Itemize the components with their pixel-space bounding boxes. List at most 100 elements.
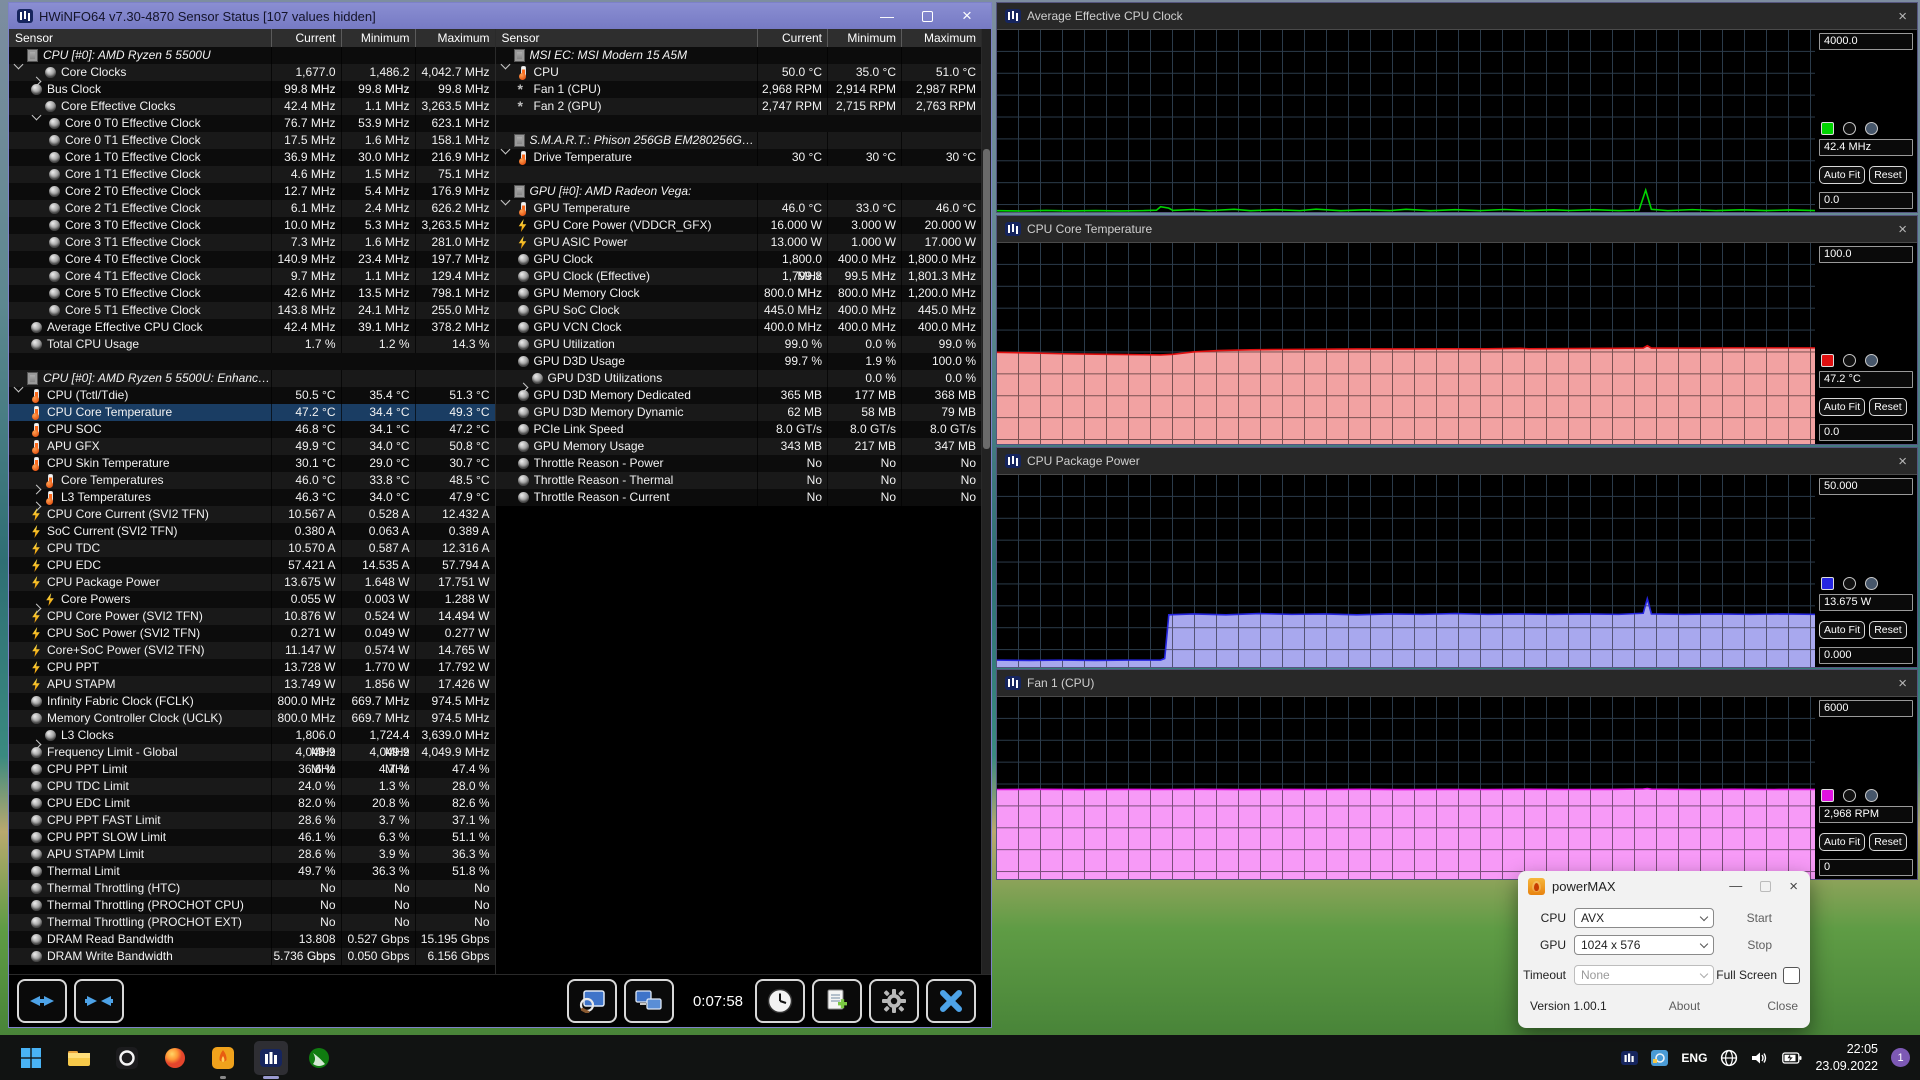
sensor-row[interactable]: CPU Core Current (SVI2 TFN)10.567 A0.528… — [9, 506, 495, 523]
sensor-row[interactable]: S.M.A.R.T.: Phison 256GB EM280256GYT... — [496, 132, 982, 149]
sensor-row[interactable]: CPU PPT Limit36.6 %4.7 %47.4 % — [9, 761, 495, 778]
sensor-row[interactable]: CPU TDC Limit24.0 %1.3 %28.0 % — [9, 778, 495, 795]
sensor-row[interactable]: CPU SoC Power (SVI2 TFN)0.271 W0.049 W0.… — [9, 625, 495, 642]
sensor-row[interactable]: CPU TDC10.570 A0.587 A12.316 A — [9, 540, 495, 557]
sensor-row[interactable]: APU STAPM Limit28.6 %3.9 %36.3 % — [9, 846, 495, 863]
sensor-row[interactable]: Bus Clock99.8 MHz99.8 MHz99.8 MHz — [9, 81, 495, 98]
sensor-row[interactable]: CPU PPT SLOW Limit46.1 %6.3 %51.1 % — [9, 829, 495, 846]
sensor-row[interactable]: CPU50.0 °C35.0 °C51.0 °C — [496, 64, 982, 81]
minimize-icon[interactable]: — — [867, 4, 907, 28]
sensor-row[interactable]: Core Powers0.055 W0.003 W1.288 W — [9, 591, 495, 608]
powermax-close-button[interactable]: Close — [1767, 999, 1798, 1013]
style-toggle-icon[interactable] — [1843, 789, 1856, 802]
sensor-row[interactable]: Core 3 T0 Effective Clock10.0 MHz5.3 MHz… — [9, 217, 495, 234]
close-sensors-button[interactable] — [926, 979, 976, 1023]
sensor-row[interactable]: Total CPU Usage1.7 %1.2 %14.3 % — [9, 336, 495, 353]
explorer-button[interactable] — [62, 1041, 96, 1075]
col-current[interactable]: Current — [757, 29, 827, 47]
sensor-row[interactable]: Core 2 T0 Effective Clock12.7 MHz5.4 MHz… — [9, 183, 495, 200]
col-minimum[interactable]: Minimum — [341, 29, 415, 47]
maximize-icon[interactable] — [907, 4, 947, 28]
style-toggle-icon[interactable] — [1843, 122, 1856, 135]
app-tray-icon[interactable] — [1651, 1050, 1668, 1066]
sensor-row[interactable]: L3 Clocks1,806.0 MHz1,724.4 MHz3,639.0 M… — [9, 727, 495, 744]
sensor-row[interactable]: GPU Clock1,800.0 MHz400.0 MHz1,800.0 MHz — [496, 251, 982, 268]
sensor-row[interactable]: CPU PPT FAST Limit28.6 %3.7 %37.1 % — [9, 812, 495, 829]
sensor-row[interactable]: *Fan 1 (CPU)2,968 RPM2,914 RPM2,987 RPM — [496, 81, 982, 98]
sensor-row[interactable]: GPU SoC Clock445.0 MHz400.0 MHz445.0 MHz — [496, 302, 982, 319]
current-value[interactable]: 42.4 MHz — [1819, 139, 1913, 156]
col-maximum[interactable]: Maximum — [415, 29, 495, 47]
powermax-titlebar[interactable]: powerMAX — × — [1518, 871, 1810, 901]
sensor-row[interactable]: Core 5 T1 Effective Clock143.8 MHz24.1 M… — [9, 302, 495, 319]
fill-toggle-icon[interactable] — [1865, 122, 1878, 135]
series-color-swatch[interactable] — [1821, 122, 1834, 135]
current-value[interactable]: 47.2 °C — [1819, 371, 1913, 388]
sensor-row[interactable]: Core 0 T1 Effective Clock17.5 MHz1.6 MHz… — [9, 132, 495, 149]
sensor-row[interactable]: GPU D3D Memory Dynamic62 MB58 MB79 MB — [496, 404, 982, 421]
reset-button[interactable]: Reset — [1869, 166, 1906, 184]
sensor-row[interactable]: L3 Temperatures46.3 °C34.0 °C47.9 °C — [9, 489, 495, 506]
graph-titlebar[interactable]: Average Effective CPU Clock× — [997, 3, 1917, 30]
current-value[interactable]: 2,968 RPM — [1819, 806, 1913, 823]
sensor-row[interactable]: DRAM Write Bandwidth5.736 Gbps0.050 Gbps… — [9, 948, 495, 965]
sensor-row[interactable]: Throttle Reason - CurrentNoNoNo — [496, 489, 982, 506]
style-toggle-icon[interactable] — [1843, 577, 1856, 590]
auto-fit-button[interactable]: Auto Fit — [1819, 166, 1865, 184]
sensor-row[interactable]: Thermal Throttling (PROCHOT EXT)NoNoNo — [9, 914, 495, 931]
screen-capture-button[interactable] — [567, 979, 617, 1023]
col-sensor[interactable]: Sensor — [496, 29, 758, 47]
xbox-button[interactable] — [302, 1041, 336, 1075]
gpu-select[interactable]: 1024 x 576 — [1574, 935, 1714, 955]
reset-button[interactable]: Reset — [1869, 398, 1906, 416]
series-color-swatch[interactable] — [1821, 577, 1834, 590]
sensor-row[interactable]: Frequency Limit - Global4,049.9 MHz4,049… — [9, 744, 495, 761]
sensor-row[interactable]: GPU VCN Clock400.0 MHz400.0 MHz400.0 MHz — [496, 319, 982, 336]
fill-toggle-icon[interactable] — [1865, 789, 1878, 802]
sensor-row[interactable]: Core+SoC Power (SVI2 TFN)11.147 W0.574 W… — [9, 642, 495, 659]
sensor-row[interactable]: GPU D3D Memory Dedicated365 MB177 MB368 … — [496, 387, 982, 404]
hwinfo-tray-icon[interactable] — [1621, 1050, 1638, 1066]
scale-min-value[interactable]: 0.0 — [1819, 192, 1913, 209]
battery-icon[interactable] — [1782, 1052, 1802, 1064]
sensor-row[interactable]: GPU D3D Usage99.7 %1.9 %100.0 % — [496, 353, 982, 370]
sensor-row[interactable]: SoC Current (SVI2 TFN)0.380 A0.063 A0.38… — [9, 523, 495, 540]
start-button[interactable]: Start — [1747, 911, 1772, 925]
timeout-select[interactable]: None — [1574, 965, 1714, 985]
sensor-row[interactable]: GPU Core Power (VDDCR_GFX)16.000 W3.000 … — [496, 217, 982, 234]
sensor-row[interactable]: APU GFX49.9 °C34.0 °C50.8 °C — [9, 438, 495, 455]
volume-icon[interactable] — [1751, 1050, 1769, 1066]
graph-titlebar[interactable]: Fan 1 (CPU)× — [997, 670, 1917, 697]
hwinfo-titlebar[interactable]: HWiNFO64 v7.30-4870 Sensor Status [107 v… — [9, 3, 991, 29]
sensor-row[interactable]: Thermal Throttling (PROCHOT CPU)NoNoNo — [9, 897, 495, 914]
language-indicator[interactable]: ENG — [1681, 1051, 1707, 1065]
sensor-row[interactable]: GPU Memory Clock800.0 MHz800.0 MHz1,200.… — [496, 285, 982, 302]
current-value[interactable]: 13.675 W — [1819, 594, 1913, 611]
close-icon[interactable]: × — [1898, 453, 1907, 470]
sensor-row[interactable]: Core 1 T1 Effective Clock4.6 MHz1.5 MHz7… — [9, 166, 495, 183]
style-toggle-icon[interactable] — [1843, 354, 1856, 367]
close-icon[interactable]: × — [1898, 675, 1907, 692]
about-button[interactable]: About — [1669, 999, 1700, 1013]
sensor-row[interactable]: PCIe Link Speed8.0 GT/s8.0 GT/s8.0 GT/s — [496, 421, 982, 438]
auto-fit-button[interactable]: Auto Fit — [1819, 621, 1865, 639]
fill-toggle-icon[interactable] — [1865, 577, 1878, 590]
sensor-row[interactable]: Infinity Fabric Clock (FCLK)800.0 MHz669… — [9, 693, 495, 710]
scrollbar-thumb[interactable] — [983, 149, 990, 449]
collapse-columns-button[interactable] — [74, 979, 124, 1023]
report-button[interactable] — [812, 979, 862, 1023]
scale-max-value[interactable]: 4000.0 — [1819, 33, 1913, 50]
sensor-row[interactable]: DRAM Read Bandwidth13.808 Gbps0.527 Gbps… — [9, 931, 495, 948]
graph-titlebar[interactable]: CPU Core Temperature× — [997, 216, 1917, 243]
sensor-row[interactable]: *Fan 2 (GPU)2,747 RPM2,715 RPM2,763 RPM — [496, 98, 982, 115]
column-header[interactable]: SensorCurrentMinimumMaximum — [496, 29, 982, 47]
sensor-row[interactable]: CPU Core Temperature47.2 °C34.4 °C49.3 °… — [9, 404, 495, 421]
reset-button[interactable]: Reset — [1869, 621, 1906, 639]
sensor-row[interactable]: GPU Memory Usage343 MB217 MB347 MB — [496, 438, 982, 455]
col-sensor[interactable]: Sensor — [9, 29, 271, 47]
close-icon[interactable]: × — [1898, 8, 1907, 25]
sensor-row[interactable]: Drive Temperature30 °C30 °C30 °C — [496, 149, 982, 166]
sensor-row[interactable]: Thermal Throttling (HTC)NoNoNo — [9, 880, 495, 897]
cpu-select[interactable]: AVX — [1574, 908, 1714, 928]
powermax-taskbar-button[interactable] — [206, 1041, 240, 1075]
